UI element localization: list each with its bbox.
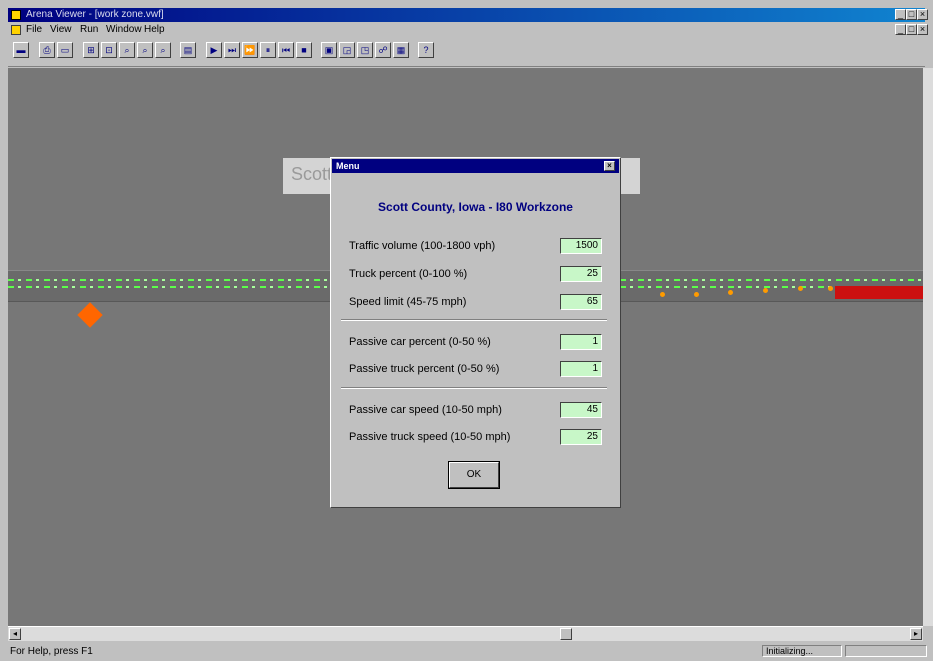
pause-icon[interactable]: ⏸: [260, 42, 276, 58]
truck-percent-label: Truck percent (0-100 %): [349, 268, 468, 280]
passive-car-speed-input[interactable]: 45: [560, 402, 602, 418]
zoom-in-icon[interactable]: ⌕: [119, 42, 135, 58]
traffic-volume-input[interactable]: 1500: [560, 238, 602, 254]
dialog-close-button[interactable]: ×: [604, 161, 615, 171]
view-5-icon[interactable]: ▦: [393, 42, 409, 58]
speed-limit-label: Speed limit (45-75 mph): [349, 296, 467, 308]
view-1-icon[interactable]: ▣: [321, 42, 337, 58]
separator: [341, 387, 607, 389]
traffic-volume-label: Traffic volume (100-1800 vph): [349, 240, 496, 252]
help-icon[interactable]: ?: [418, 42, 434, 58]
workzone-closed-lane: [835, 286, 923, 299]
dialog-heading: Scott County, Iowa - I80 Workzone: [378, 200, 573, 214]
vehicle: [798, 286, 803, 291]
maximize-button[interactable]: □: [906, 9, 917, 20]
zoom-all-icon[interactable]: ⊡: [101, 42, 117, 58]
speed-limit-input[interactable]: 65: [560, 294, 602, 310]
zoom-custom-icon[interactable]: ⌕: [155, 42, 171, 58]
doc-restore-button[interactable]: □: [906, 24, 917, 35]
doc-close-button[interactable]: ×: [917, 24, 928, 35]
workzone-sign-icon: [77, 302, 103, 328]
animate-icon[interactable]: ▤: [180, 42, 196, 58]
menu-view[interactable]: View: [50, 24, 72, 35]
passive-truck-percent-label: Passive truck percent (0-50 %): [349, 363, 500, 375]
status-panel-empty: [845, 645, 927, 657]
open-icon[interactable]: ▬: [13, 42, 29, 58]
view-4-icon[interactable]: ☍: [375, 42, 391, 58]
vehicle: [763, 288, 768, 293]
view-3-icon[interactable]: ◳: [357, 42, 373, 58]
menu-run[interactable]: Run: [80, 24, 98, 35]
step-icon[interactable]: ⏭: [224, 42, 240, 58]
status-bar: For Help, press F1 Initializing...: [0, 643, 933, 661]
toolbar: ▬ ⎙ ▭ ⊞ ⊡ ⌕ ⌕ ⌕ ▤ ▶ ⏭ ⏩ ⏸ ⏮ ■ ▣ ◲ ◳ ☍ ▦ …: [8, 38, 925, 67]
print-icon[interactable]: ⎙: [39, 42, 55, 58]
passive-truck-speed-input[interactable]: 25: [560, 429, 602, 445]
passive-truck-percent-input[interactable]: 1: [560, 361, 602, 377]
doc-minimize-button[interactable]: _: [895, 24, 906, 35]
passive-truck-speed-label: Passive truck speed (10-50 mph): [349, 431, 511, 443]
dialog-title: Menu: [336, 161, 360, 171]
scroll-left-button[interactable]: ◂: [9, 628, 21, 640]
passive-car-percent-input[interactable]: 1: [560, 334, 602, 350]
vertical-scrollbar[interactable]: [923, 68, 933, 626]
ok-button[interactable]: OK: [449, 462, 499, 488]
truck-percent-input[interactable]: 25: [560, 266, 602, 282]
app-icon[interactable]: [11, 10, 21, 20]
menu-bar: File View Run Window Help _ □ ×: [8, 22, 928, 38]
status-panel-message: Initializing...: [762, 645, 842, 657]
stop-icon[interactable]: ■: [296, 42, 312, 58]
banner-text: Scott: [291, 164, 333, 184]
document-icon[interactable]: [11, 25, 21, 35]
scroll-thumb[interactable]: [560, 628, 572, 640]
status-help-text: For Help, press F1: [10, 646, 93, 657]
menu-help[interactable]: Help: [144, 24, 165, 35]
passive-car-speed-label: Passive car speed (10-50 mph): [349, 404, 502, 416]
scroll-right-button[interactable]: ▸: [910, 628, 922, 640]
horizontal-scrollbar[interactable]: ◂ ▸: [8, 626, 923, 641]
close-button[interactable]: ×: [917, 9, 928, 20]
window-title: Arena Viewer - [work zone.vwf]: [26, 9, 164, 20]
window-title-bar: Arena Viewer - [work zone.vwf] _ □ ×: [8, 8, 928, 22]
go-icon[interactable]: ⏮: [278, 42, 294, 58]
dialog-title-bar: Menu ×: [332, 159, 619, 173]
passive-car-percent-label: Passive car percent (0-50 %): [349, 336, 491, 348]
minimize-button[interactable]: _: [895, 9, 906, 20]
separator: [341, 319, 607, 321]
view-2-icon[interactable]: ◲: [339, 42, 355, 58]
menu-window[interactable]: Window: [106, 24, 142, 35]
fast-forward-icon[interactable]: ⏩: [242, 42, 258, 58]
vehicle: [660, 292, 665, 297]
vehicle: [828, 286, 833, 291]
run-icon[interactable]: ▶: [206, 42, 222, 58]
print-preview-icon[interactable]: ▭: [57, 42, 73, 58]
zoom-out-icon[interactable]: ⌕: [137, 42, 153, 58]
zoom-fit-icon[interactable]: ⊞: [83, 42, 99, 58]
vehicle: [728, 290, 733, 295]
vehicle: [694, 292, 699, 297]
menu-file[interactable]: File: [26, 24, 42, 35]
menu-dialog: Menu × Scott County, Iowa - I80 Workzone…: [330, 157, 621, 508]
